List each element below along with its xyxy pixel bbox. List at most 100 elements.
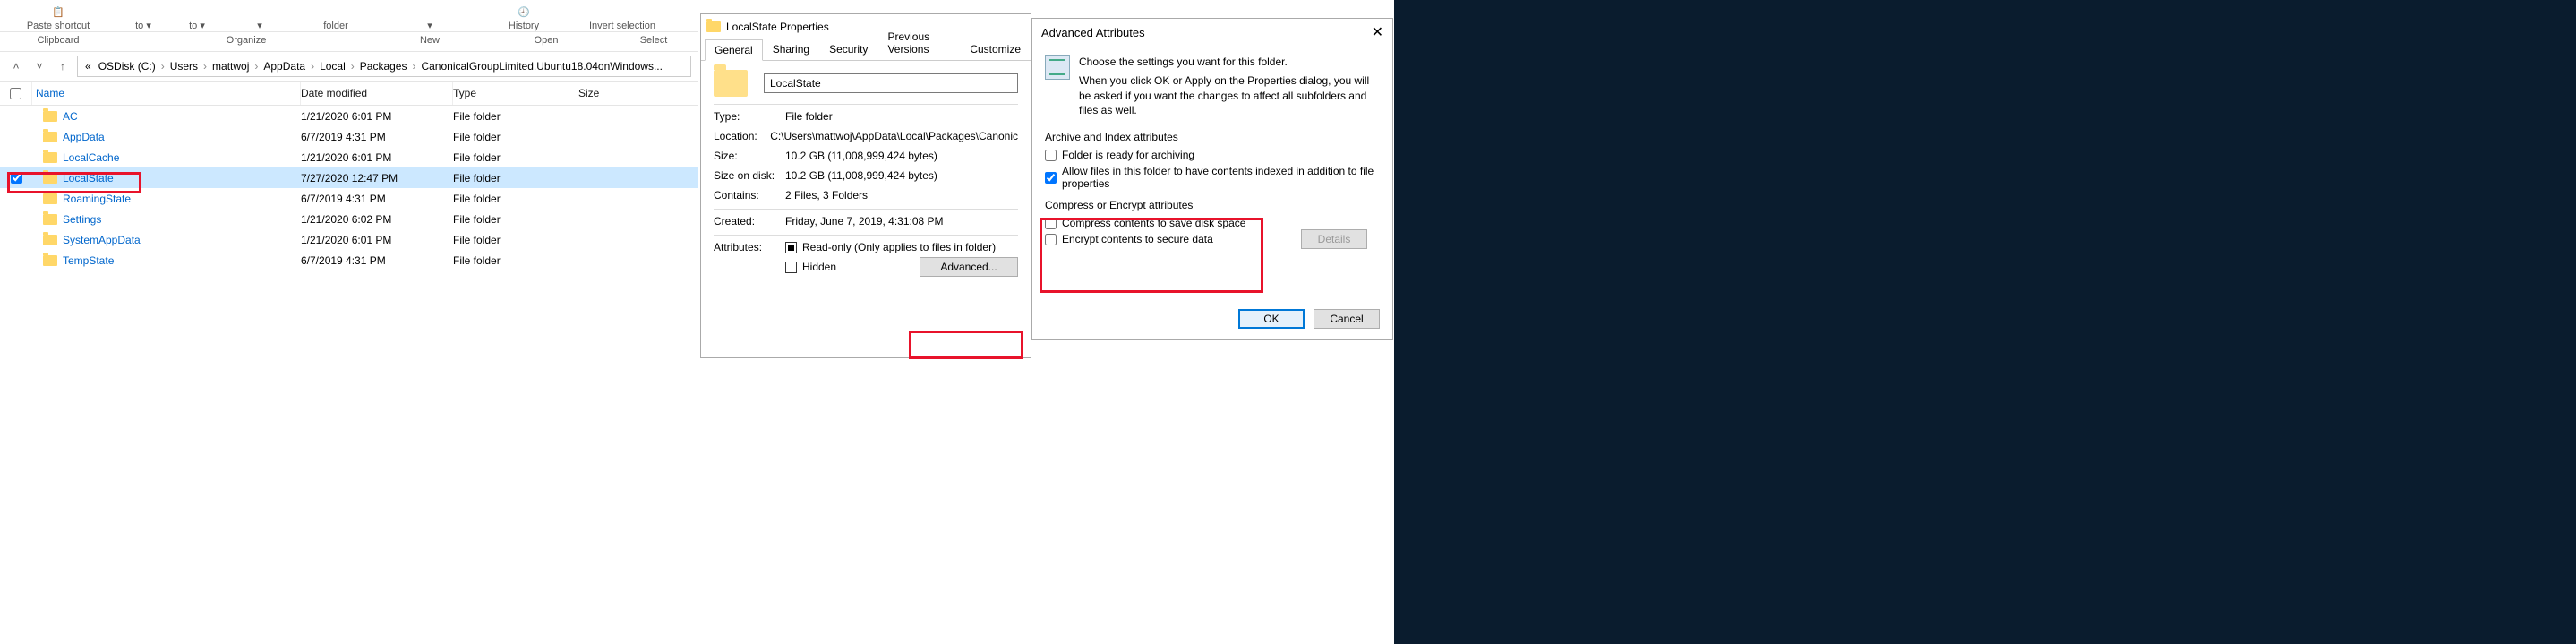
row-name: TempState: [63, 254, 114, 267]
move-to-item[interactable]: to ▾: [116, 0, 170, 31]
copy-to-label: to ▾: [189, 20, 205, 31]
row-name: AC: [63, 110, 78, 123]
advanced-button[interactable]: Advanced...: [920, 257, 1018, 277]
tab-security[interactable]: Security: [819, 39, 877, 60]
properties-item[interactable]: ▾: [376, 0, 484, 31]
tab-customize[interactable]: Customize: [960, 39, 1031, 60]
row-type: File folder: [453, 172, 578, 185]
highlight-box: [909, 331, 1023, 359]
folder-icon: [43, 214, 57, 225]
row-name: Settings: [63, 213, 101, 226]
attributes-label: Attributes:: [714, 241, 785, 253]
tab-previous-versions[interactable]: Previous Versions: [877, 26, 960, 60]
folder-icon: [43, 255, 57, 266]
history-label: History: [509, 21, 539, 31]
row-date: 1/21/2020 6:01 PM: [301, 234, 453, 246]
group-open: Open: [484, 32, 609, 51]
row-type: File folder: [453, 131, 578, 143]
table-row[interactable]: RoamingState6/7/2019 4:31 PMFile folder: [0, 188, 698, 209]
history-icon: 🕘: [518, 3, 530, 21]
tab-sharing[interactable]: Sharing: [763, 39, 819, 60]
row-date: 1/21/2020 6:01 PM: [301, 151, 453, 164]
invert-label: Invert selection: [589, 21, 655, 31]
breadcrumb-segment[interactable]: Users: [167, 60, 201, 73]
compress-section-label: Compress or Encrypt attributes: [1045, 199, 1380, 211]
nav-up-arrow-icon[interactable]: ↑: [54, 60, 72, 73]
column-date[interactable]: Date modified: [301, 82, 453, 105]
archive-ready-checkbox[interactable]: [1045, 150, 1057, 161]
nav-up-icon[interactable]: ˄: [7, 60, 25, 73]
archive-section-label: Archive and Index attributes: [1045, 131, 1380, 143]
location-label: Location:: [714, 130, 770, 142]
size-label: Size:: [714, 150, 785, 162]
column-size[interactable]: Size: [578, 87, 668, 99]
copy-to-item[interactable]: to ▾: [170, 0, 224, 31]
column-headers: Name Date modified Type Size: [0, 81, 698, 106]
properties-tabs: General Sharing Security Previous Versio…: [701, 39, 1031, 61]
ok-button[interactable]: OK: [1238, 309, 1305, 329]
breadcrumb-segment[interactable]: Local: [316, 60, 349, 73]
breadcrumb[interactable]: « OSDisk (C:)› Users› mattwoj› AppData› …: [77, 56, 691, 77]
compress-checkbox[interactable]: [1045, 218, 1057, 229]
type-label: Type:: [714, 110, 785, 123]
row-name: AppData: [63, 131, 105, 143]
breadcrumb-segment[interactable]: CanonicalGroupLimited.Ubuntu18.04onWindo…: [417, 60, 666, 73]
breadcrumb-segment[interactable]: mattwoj: [209, 60, 252, 73]
table-row[interactable]: Settings1/21/2020 6:02 PMFile folder: [0, 209, 698, 229]
table-row[interactable]: LocalCache 1/21/2020 6:01 PMFile folder: [0, 147, 698, 167]
row-checkbox[interactable]: [11, 172, 22, 184]
close-icon[interactable]: ✕: [1372, 23, 1383, 41]
breadcrumb-segment[interactable]: OSDisk (C:): [95, 60, 159, 73]
row-date: 6/7/2019 4:31 PM: [301, 193, 453, 205]
type-value: File folder: [785, 110, 1018, 123]
tab-general[interactable]: General: [705, 39, 763, 61]
row-name: LocalCache: [63, 151, 119, 164]
new-folder-item[interactable]: folder: [295, 0, 376, 31]
contains-label: Contains:: [714, 189, 785, 202]
created-value: Friday, June 7, 2019, 4:31:08 PM: [785, 215, 1018, 228]
folder-name-input[interactable]: [764, 73, 1018, 93]
breadcrumb-segment[interactable]: Packages: [356, 60, 411, 73]
created-label: Created:: [714, 215, 785, 228]
breadcrumb-segment[interactable]: «: [81, 60, 95, 73]
cancel-button[interactable]: Cancel: [1314, 309, 1380, 329]
allow-index-checkbox[interactable]: [1045, 172, 1057, 184]
table-row[interactable]: TempState6/7/2019 4:31 PMFile folder: [0, 250, 698, 270]
hidden-checkbox[interactable]: [785, 262, 797, 273]
size-value: 10.2 GB (11,008,999,424 bytes): [785, 150, 1018, 162]
row-type: File folder: [453, 151, 578, 164]
breadcrumb-segment[interactable]: AppData: [260, 60, 309, 73]
readonly-label: Read-only (Only applies to files in fold…: [802, 241, 996, 253]
encrypt-checkbox[interactable]: [1045, 234, 1057, 245]
table-row[interactable]: SystemAppData1/21/2020 6:01 PMFile folde…: [0, 229, 698, 250]
folder-icon: [43, 132, 57, 142]
delete-item[interactable]: ▾: [224, 0, 295, 31]
table-row[interactable]: AppData6/7/2019 4:31 PMFile folder: [0, 126, 698, 147]
row-type: File folder: [453, 193, 578, 205]
readonly-checkbox[interactable]: [785, 242, 797, 253]
row-type: File folder: [453, 110, 578, 123]
archive-ready-label: Folder is ready for archiving: [1062, 149, 1194, 161]
hidden-label: Hidden: [802, 261, 836, 273]
properties-titlebar: LocalState Properties: [701, 14, 1031, 39]
encrypt-label: Encrypt contents to secure data: [1062, 233, 1213, 245]
details-button[interactable]: Details: [1301, 229, 1367, 249]
table-row[interactable]: LocalState7/27/2020 12:47 PMFile folder: [0, 167, 698, 188]
paste-icon: 📋: [52, 3, 64, 21]
nav-bar: ˄ ˅ ↑ « OSDisk (C:)› Users› mattwoj› App…: [0, 52, 698, 81]
paste-shortcut-item[interactable]: 📋 Paste shortcut: [0, 0, 116, 31]
folder-icon: [43, 173, 57, 184]
nav-down-icon[interactable]: ˅: [30, 60, 48, 73]
column-type[interactable]: Type: [453, 82, 578, 105]
history-item[interactable]: 🕘 History: [484, 0, 564, 31]
row-date: 1/21/2020 6:02 PM: [301, 213, 453, 226]
advanced-attributes-dialog: Advanced Attributes ✕ Choose the setting…: [1031, 18, 1393, 340]
group-organize: Organize: [116, 32, 376, 51]
file-list: AC1/21/2020 6:01 PMFile folderAppData6/7…: [0, 106, 698, 270]
table-row[interactable]: AC1/21/2020 6:01 PMFile folder: [0, 106, 698, 126]
select-all-checkbox[interactable]: [10, 88, 21, 99]
advanced-titlebar: Advanced Attributes ✕: [1032, 19, 1392, 46]
invert-selection-item[interactable]: Invert selection: [564, 0, 680, 31]
column-name[interactable]: Name: [32, 82, 301, 105]
properties-dialog: LocalState Properties General Sharing Se…: [700, 13, 1031, 358]
